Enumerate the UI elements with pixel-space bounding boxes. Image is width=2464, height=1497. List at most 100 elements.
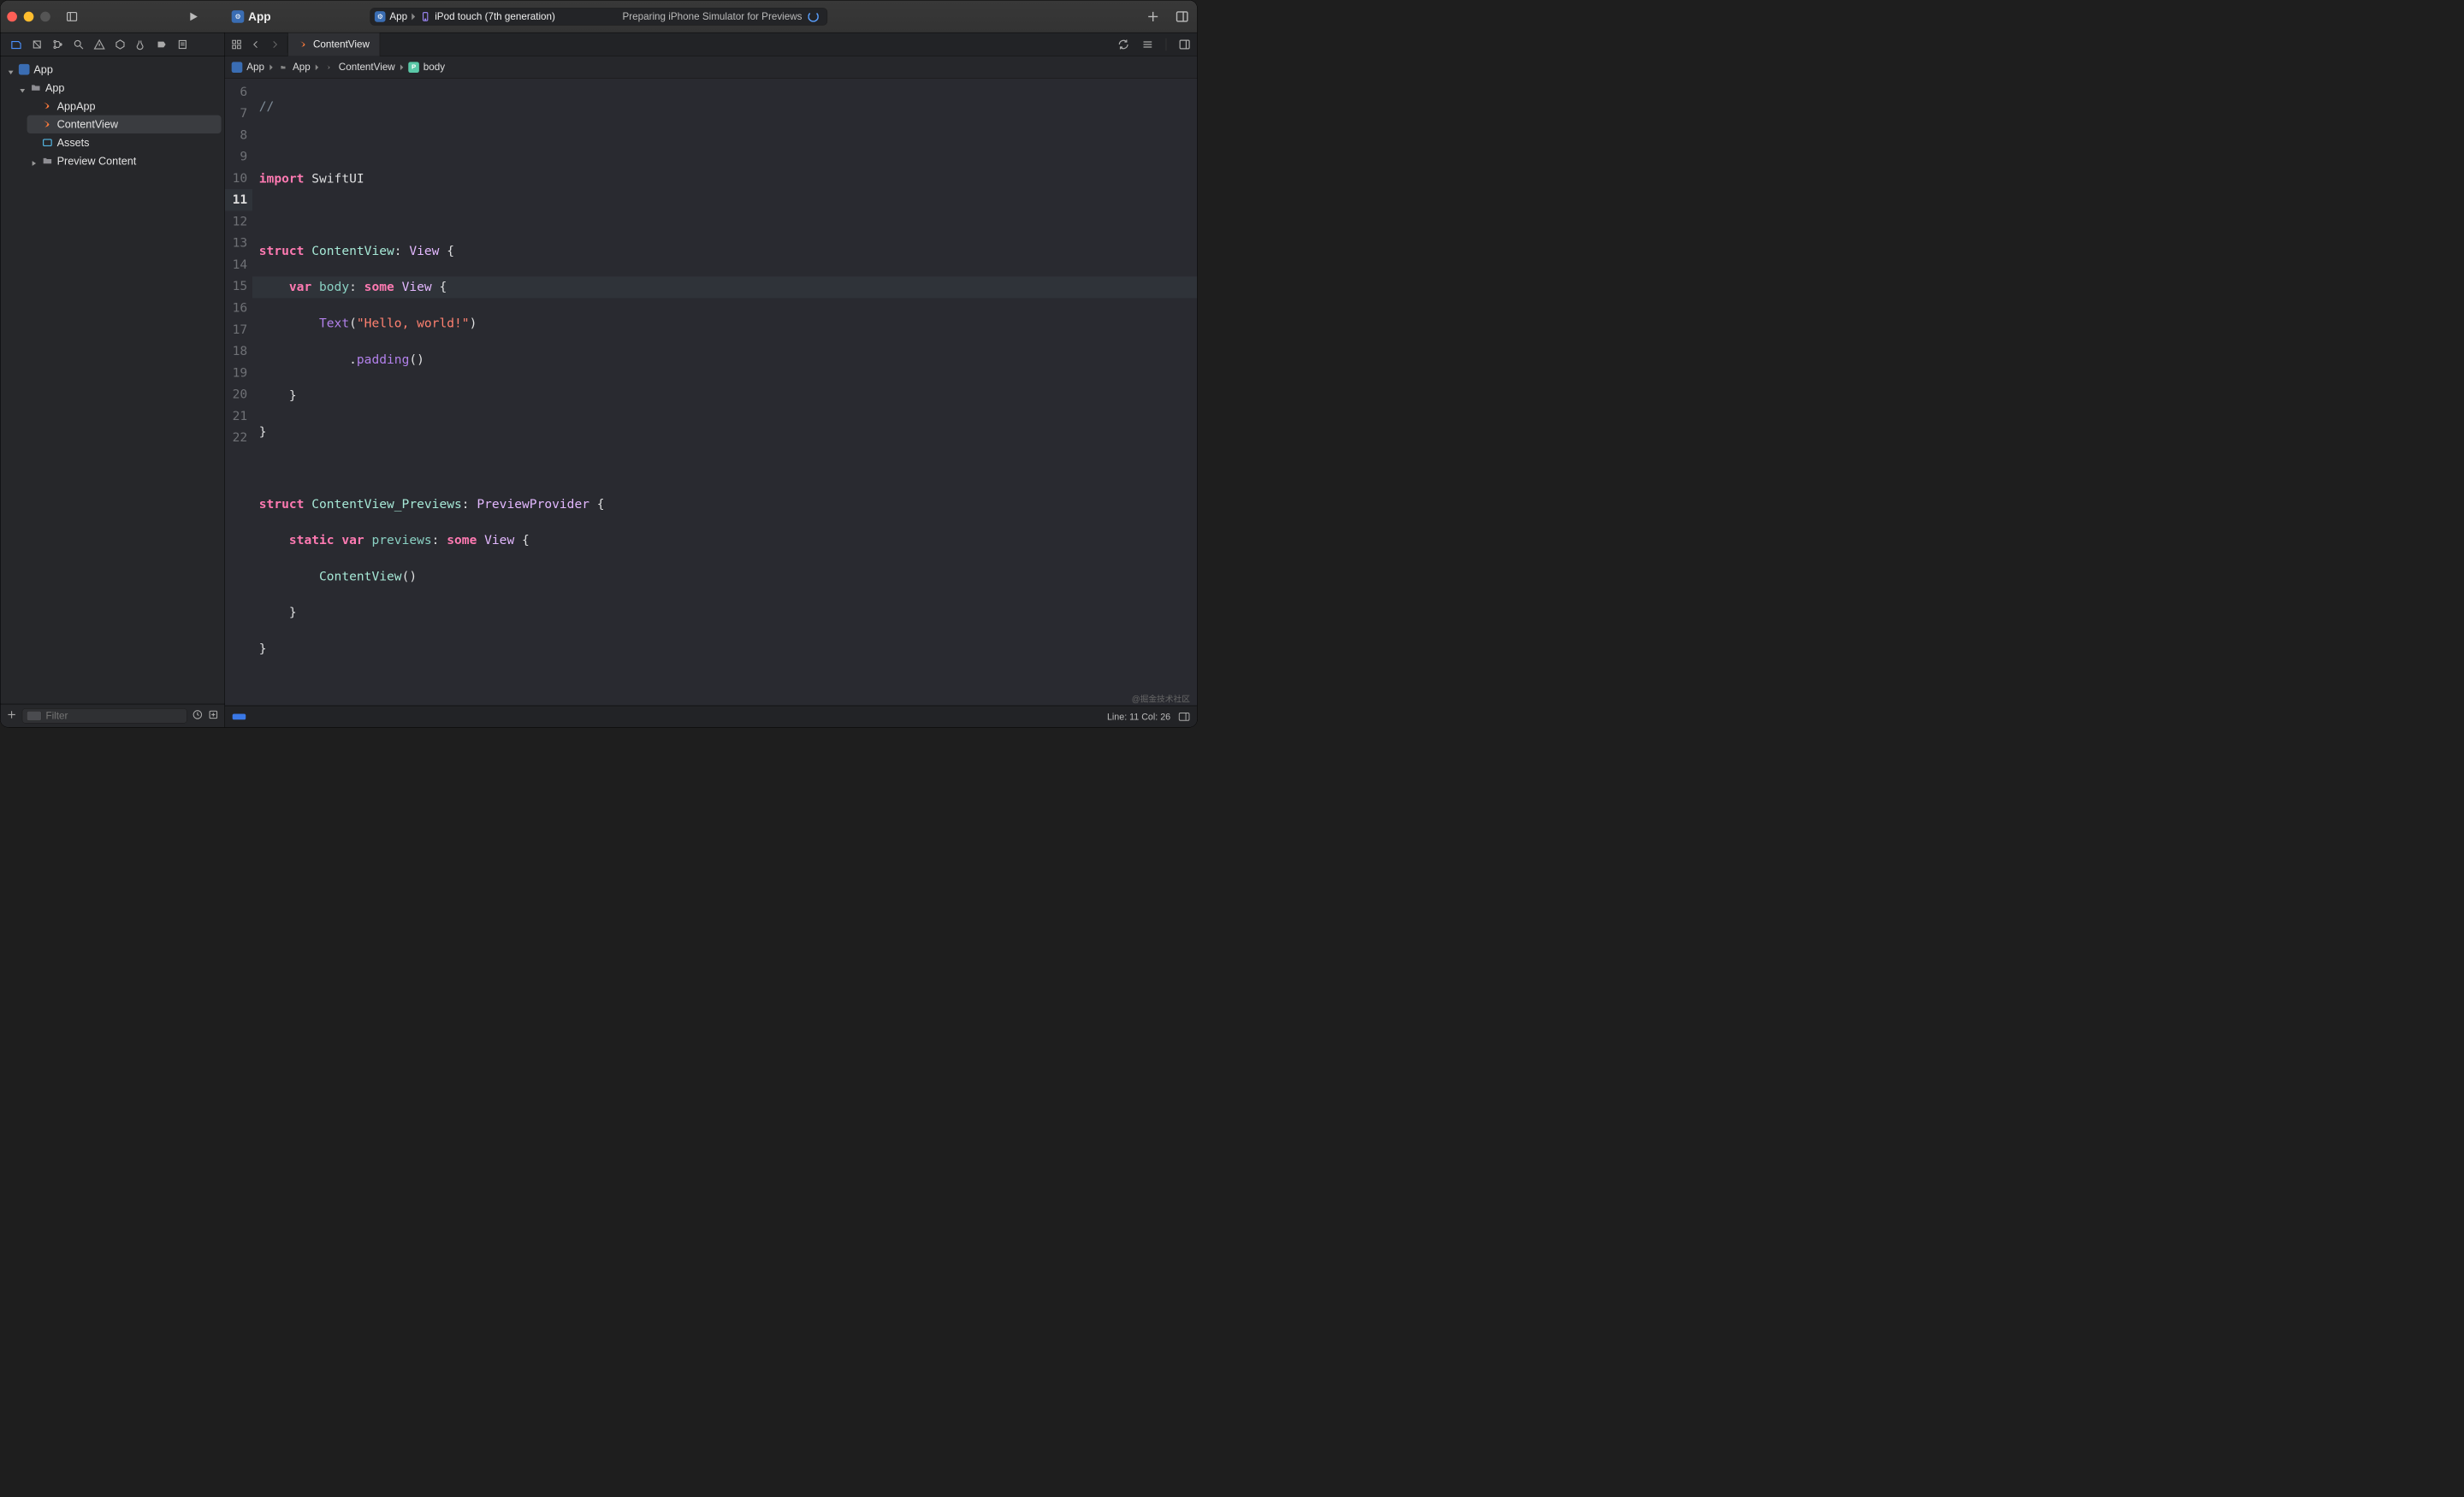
chevron-right-icon (412, 13, 416, 21)
chevron-right-icon (315, 64, 321, 70)
scm-filter-icon[interactable] (208, 709, 219, 722)
code-line: .padding() (252, 349, 1197, 370)
breadcrumb-label: ContentView (339, 62, 395, 74)
disclosure-right-icon[interactable] (30, 157, 38, 165)
tree-label: Preview Content (57, 155, 137, 168)
navigator-tabs (0, 33, 224, 56)
tree-project-root[interactable]: App (3, 60, 221, 78)
find-navigator-tab[interactable] (69, 35, 87, 53)
filter-input[interactable] (45, 710, 182, 722)
code-line (252, 458, 1197, 479)
code-text[interactable]: // import SwiftUI struct ContentView: Vi… (252, 79, 1197, 706)
disclosure-down-icon[interactable] (19, 84, 27, 92)
editor-file-tab[interactable]: ContentView (287, 33, 380, 56)
issue-navigator-tab[interactable] (90, 35, 108, 53)
breakpoint-navigator-tab[interactable] (152, 35, 170, 53)
minimap-toggle-icon[interactable] (1179, 713, 1190, 721)
chevron-right-icon (400, 64, 406, 70)
line-number: 17 (225, 319, 252, 340)
window-controls (7, 11, 50, 21)
code-line: } (252, 638, 1197, 660)
line-number: 15 (225, 275, 252, 297)
swift-file-icon (42, 101, 53, 112)
add-target-icon[interactable] (6, 709, 17, 722)
debug-indicator-icon[interactable] (233, 713, 246, 719)
line-number: 9 (225, 146, 252, 168)
device-icon (420, 11, 431, 22)
line-gutter: 6 7 8 9 10 11 12 13 14 15 16 17 18 19 20… (225, 79, 252, 706)
breadcrumb-item[interactable]: P body (408, 62, 445, 74)
source-editor[interactable]: 6 7 8 9 10 11 12 13 14 15 16 17 18 19 20… (225, 79, 1197, 706)
chevron-right-icon (269, 64, 275, 70)
run-button-icon[interactable] (185, 8, 201, 24)
source-control-tab[interactable] (28, 35, 46, 53)
tree-label: ContentView (57, 118, 118, 131)
minimize-window-icon[interactable] (24, 11, 34, 21)
tree-file-contentview[interactable]: ContentView (27, 115, 222, 133)
symbol-navigator-tab[interactable] (49, 35, 67, 53)
code-line: Text("Hello, world!") (252, 312, 1197, 334)
forward-button-icon[interactable] (267, 36, 283, 52)
line-number: 8 (225, 124, 252, 145)
status-bar: Line: 11 Col: 26 (225, 706, 1197, 727)
breadcrumb-item[interactable]: ContentView (323, 62, 405, 74)
breadcrumb-folder-icon (278, 62, 289, 73)
code-line: struct ContentView_Previews: PreviewProv… (252, 494, 1197, 515)
breadcrumb-label: App (293, 62, 311, 74)
tab-strip: ContentView (225, 33, 1197, 56)
line-number: 21 (225, 405, 252, 427)
toolbar-right-group (1145, 8, 1190, 24)
breadcrumb-property-icon: P (408, 62, 419, 73)
back-button-icon[interactable] (247, 36, 264, 52)
filter-field[interactable] (22, 708, 187, 723)
tree-assets[interactable]: Assets (27, 133, 222, 151)
tree-group-app[interactable]: App (15, 79, 222, 97)
code-line (252, 204, 1197, 226)
refresh-canvas-icon[interactable] (1115, 36, 1131, 52)
editor-area: ContentView App App (225, 33, 1197, 727)
line-number: 7 (225, 103, 252, 124)
add-editor-icon[interactable] (1145, 8, 1161, 24)
adjust-editor-icon[interactable] (1176, 36, 1193, 52)
scheme-app-label: App (389, 10, 407, 22)
scheme-selector[interactable]: ⚙ App iPod touch (7th generation) Prepar… (370, 8, 828, 25)
editor-options-icon[interactable] (1140, 36, 1156, 52)
project-icon: ⚙ (232, 10, 245, 23)
disclosure-down-icon[interactable] (7, 66, 15, 74)
swift-file-icon (298, 38, 309, 50)
code-line (252, 132, 1197, 153)
build-status: Preparing iPhone Simulator for Previews (622, 10, 818, 22)
line-number: 16 (225, 297, 252, 318)
breadcrumb-swift-icon (323, 62, 335, 73)
close-window-icon[interactable] (7, 11, 17, 21)
spinner-icon (808, 11, 819, 22)
zoom-window-icon[interactable] (40, 11, 50, 21)
debug-navigator-tab[interactable] (132, 35, 150, 53)
code-line (252, 674, 1197, 695)
line-number: 11 (225, 189, 252, 210)
tree-preview-content[interactable]: Preview Content (27, 151, 222, 169)
project-name-area: ⚙ App (232, 9, 271, 23)
tree-file-appapp[interactable]: AppApp (27, 97, 222, 115)
recent-files-icon[interactable] (192, 709, 204, 722)
breadcrumb-label: body (424, 62, 445, 74)
watermark: @掘金技术社区 (1132, 692, 1190, 704)
test-navigator-tab[interactable] (111, 35, 129, 53)
toggle-navigator-icon[interactable] (63, 8, 80, 24)
assets-icon (42, 137, 53, 148)
related-items-icon[interactable] (228, 36, 245, 52)
filter-scope-toggle[interactable] (27, 711, 41, 721)
code-line: } (252, 385, 1197, 406)
navigator-sidebar: App App AppApp ContentView (0, 33, 224, 727)
breadcrumb-item[interactable]: App (278, 62, 321, 74)
line-number: 14 (225, 254, 252, 275)
scheme-app-icon: ⚙ (375, 11, 386, 22)
report-navigator-tab[interactable] (174, 35, 192, 53)
line-number: 19 (225, 362, 252, 383)
code-line: } (252, 421, 1197, 442)
breadcrumb-item[interactable]: App (232, 62, 275, 74)
project-navigator-tab[interactable] (7, 35, 25, 53)
navigator-footer (0, 704, 224, 727)
toolbar: ⚙ App ⚙ App iPod touch (7th generation) … (0, 0, 1197, 33)
library-icon[interactable] (1174, 8, 1190, 24)
